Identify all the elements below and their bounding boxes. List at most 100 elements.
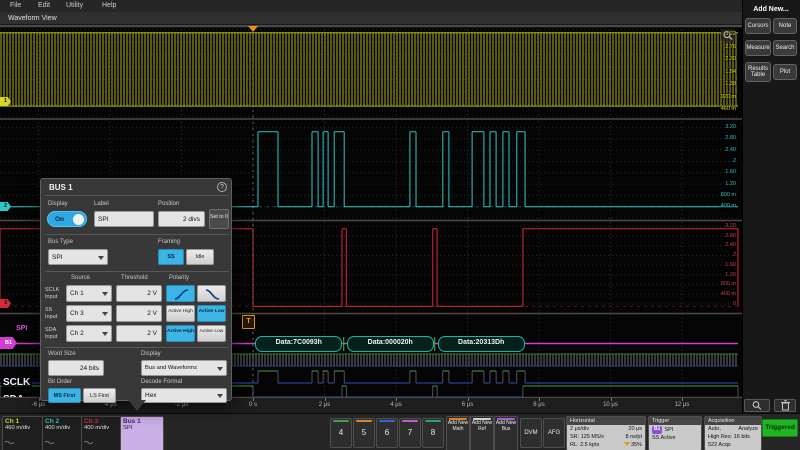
chevron-down-icon — [217, 367, 223, 371]
time-tick-label: 2 μs — [319, 402, 330, 408]
decode-format-dropdown[interactable]: Hex — [141, 388, 227, 403]
ch2-badge[interactable]: Ch 2 400 m/div 50 MHz — [42, 416, 86, 450]
time-tick-label: 6 μs — [462, 402, 473, 408]
add-new-math-button[interactable]: Add New Math — [446, 416, 470, 450]
scale-label: 400 m — [721, 291, 736, 297]
ch3-badge[interactable]: Ch 3 400 m/div 50 MHz — [81, 416, 125, 450]
add-new-ref-button[interactable]: Add New Ref — [470, 416, 494, 450]
menu-edit[interactable]: Edit — [38, 2, 50, 9]
horizontal-panel[interactable]: Horizontal 2 μs/div20 μs SR: 125 MS/s8 n… — [566, 416, 646, 450]
add-new-bus-button[interactable]: Add New Bus — [494, 416, 518, 450]
time-tick — [468, 398, 469, 401]
framing-ss-button[interactable]: SS — [158, 249, 184, 265]
measure-button[interactable]: Measure — [745, 40, 771, 56]
horizontal-position: 35% — [624, 441, 642, 449]
channel-8-button[interactable]: 8 — [422, 418, 444, 448]
menu-file[interactable]: File — [10, 2, 21, 9]
trigger-panel-title: Trigger — [649, 417, 701, 425]
tab-waveform-view[interactable]: Waveform View — [8, 15, 57, 22]
time-tick — [325, 398, 326, 401]
search-button[interactable]: Search — [773, 40, 797, 56]
tab-strip: Waveform View — [0, 12, 742, 25]
framing-idle-button[interactable]: Idle — [186, 249, 214, 265]
display-toggle[interactable]: On — [47, 211, 87, 227]
chevron-down-icon — [102, 292, 108, 296]
channel-4-button[interactable]: 4 — [330, 418, 352, 448]
scale-label: 3.22 — [725, 31, 736, 37]
sclk-rising-edge-button[interactable] — [166, 285, 195, 302]
trigger-panel[interactable]: Trigger B1SPI SS Active — [648, 416, 702, 450]
menu-utility[interactable]: Utility — [66, 2, 83, 9]
bus-type-dropdown[interactable]: SPI — [48, 249, 108, 265]
sclk-source-dropdown[interactable]: Ch 1 — [66, 285, 112, 302]
sample-rate: SR: 125 MS/s — [570, 433, 604, 441]
display-mode-dropdown[interactable]: Bus and Waveforms — [141, 360, 227, 376]
time-tick — [253, 398, 254, 401]
dvm-button[interactable]: DVM — [520, 418, 542, 448]
horizontal-window: 20 μs — [628, 425, 642, 433]
trigger-flag-icon[interactable]: T — [242, 315, 255, 329]
channel-7-button[interactable]: 7 — [399, 418, 421, 448]
bus-label-field[interactable]: SPI — [94, 211, 154, 227]
ms-first-button[interactable]: MS First — [48, 388, 81, 403]
help-icon[interactable]: ? — [217, 182, 227, 192]
ls-first-button[interactable]: LS First — [83, 388, 116, 403]
sclk-threshold-field[interactable]: 2 V — [116, 285, 162, 302]
sclk-source-value: Ch 1 — [70, 290, 84, 297]
ch1-badge[interactable]: Ch 1 460 m/div 50 MHz — [2, 416, 46, 450]
time-tick-label: -6 μs — [32, 402, 45, 408]
display-mode-value: Bus and Waveforms — [145, 365, 197, 371]
acquisition-detail: High Res: 16 bits — [708, 433, 750, 441]
scale-label: 1.60 — [725, 169, 736, 175]
zoom-tool-button[interactable] — [744, 399, 770, 412]
word-size-field[interactable]: 24 bits — [48, 360, 104, 376]
channel-6-button[interactable]: 6 — [376, 418, 398, 448]
position-marker-icon — [624, 442, 630, 446]
acquisition-panel-title: Acquisition — [705, 417, 761, 425]
cursors-button[interactable]: Cursors — [745, 18, 771, 34]
threshold-column-header: Threshold — [121, 275, 148, 281]
toggle-on-label: On — [55, 216, 64, 223]
ss-active-low-button[interactable]: Active Low — [197, 305, 226, 322]
word-size-label: Word Size — [48, 351, 76, 357]
horizontal-scale: 2 μs/div — [570, 425, 589, 433]
sclk-falling-edge-button[interactable] — [197, 285, 226, 302]
label-label: Label — [94, 201, 109, 207]
ss-threshold-field[interactable]: 2 V — [116, 305, 162, 322]
chevron-down-icon — [217, 394, 223, 398]
dialog-pointer-arrow — [128, 400, 146, 411]
scale-label: 2.76 — [725, 44, 736, 50]
ss-input-label: SS Input — [45, 307, 65, 320]
trash-icon — [781, 400, 790, 411]
scale-label: 1.38 — [725, 81, 736, 87]
scale-label: 0 — [733, 301, 736, 307]
channel-5-button[interactable]: 5 — [353, 418, 375, 448]
afg-button[interactable]: AFG — [543, 418, 565, 448]
ch1-badge-scale: 460 m/div — [5, 425, 43, 432]
chevron-down-icon — [98, 256, 104, 260]
results-table-button[interactable]: Results Table — [745, 62, 771, 82]
sda-source-dropdown[interactable]: Ch 2 — [66, 325, 112, 342]
resolution: 8 ns/pt — [625, 433, 642, 441]
decode-frame: Data:20313Dh — [438, 336, 525, 352]
plot-button[interactable]: Plot — [773, 64, 797, 80]
set-to-zero-button[interactable]: Set to 0 — [209, 209, 229, 229]
note-button[interactable]: Note — [773, 18, 797, 34]
sda-active-high-button[interactable]: Active High — [166, 325, 195, 342]
scale-label: 2 — [733, 158, 736, 164]
position-field[interactable]: 2 divs — [158, 211, 205, 227]
scale-label: 2.30 — [725, 56, 736, 62]
ss-active-high-button[interactable]: Active High — [166, 305, 195, 322]
ss-source-dropdown[interactable]: Ch 3 — [66, 305, 112, 322]
sda-active-low-button[interactable]: Active Low — [197, 325, 226, 342]
trash-button[interactable] — [774, 399, 796, 412]
ch7-color-bar — [402, 420, 418, 422]
bus-label-value: SPI — [98, 216, 108, 223]
triggered-status-button[interactable]: Triggered — [762, 419, 798, 437]
bus-type-value: SPI — [52, 254, 62, 261]
trigger-position-icon[interactable] — [248, 26, 258, 32]
acquisition-panel[interactable]: Acquisition Auto,Analyze High Res: 16 bi… — [704, 416, 762, 450]
sda-threshold-field[interactable]: 2 V — [116, 325, 162, 342]
menu-help[interactable]: Help — [102, 2, 116, 9]
bus1-badge[interactable]: Bus 1 SPI — [120, 416, 164, 450]
